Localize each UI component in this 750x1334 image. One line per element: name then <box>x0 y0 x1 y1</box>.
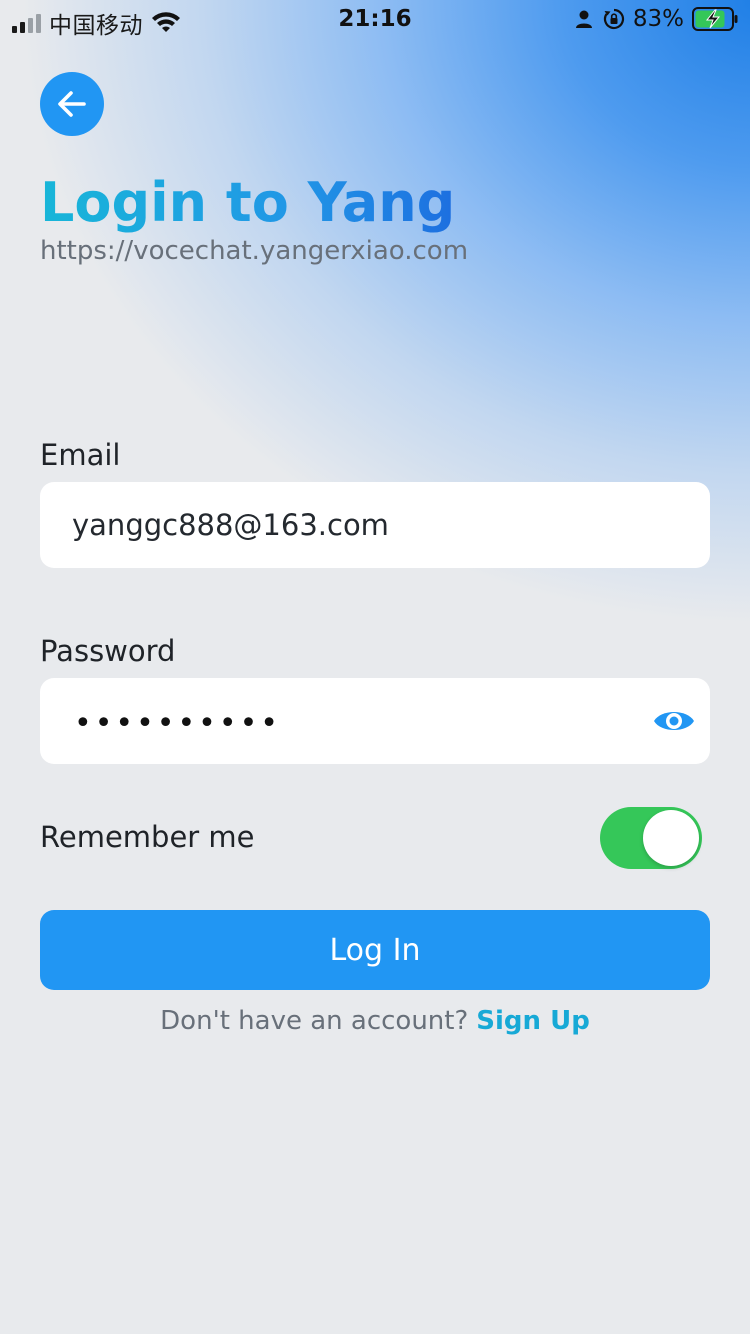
password-label: Password <box>40 634 176 668</box>
show-password-button[interactable] <box>652 699 696 743</box>
login-button[interactable]: Log In <box>40 910 710 990</box>
password-field[interactable]: •••••••••• <box>40 678 710 764</box>
signup-prompt: Don't have an account? <box>160 1006 469 1036</box>
battery-percent: 83% <box>632 6 684 32</box>
back-button[interactable] <box>40 72 104 136</box>
email-field[interactable] <box>72 482 632 568</box>
signup-row: Don't have an account? Sign Up <box>0 1006 750 1036</box>
email-label: Email <box>40 438 121 472</box>
email-field-container <box>40 482 710 568</box>
signup-link[interactable]: Sign Up <box>476 1006 590 1036</box>
password-value: •••••••••• <box>74 706 281 741</box>
toggle-knob <box>643 810 699 866</box>
status-bar-right: 83% <box>573 6 738 32</box>
person-icon <box>575 10 592 28</box>
orientation-lock-icon <box>603 8 624 30</box>
server-url: https://vocechat.yangerxiao.com <box>40 236 469 266</box>
remember-me-label: Remember me <box>40 820 255 854</box>
remember-me-toggle[interactable] <box>600 807 702 869</box>
page-title: Login to Yang <box>40 166 455 240</box>
arrow-left-icon <box>58 91 86 117</box>
status-bar: 中国移动 21:16 83% <box>0 0 750 40</box>
eye-icon <box>654 712 694 730</box>
battery-icon <box>692 7 738 31</box>
